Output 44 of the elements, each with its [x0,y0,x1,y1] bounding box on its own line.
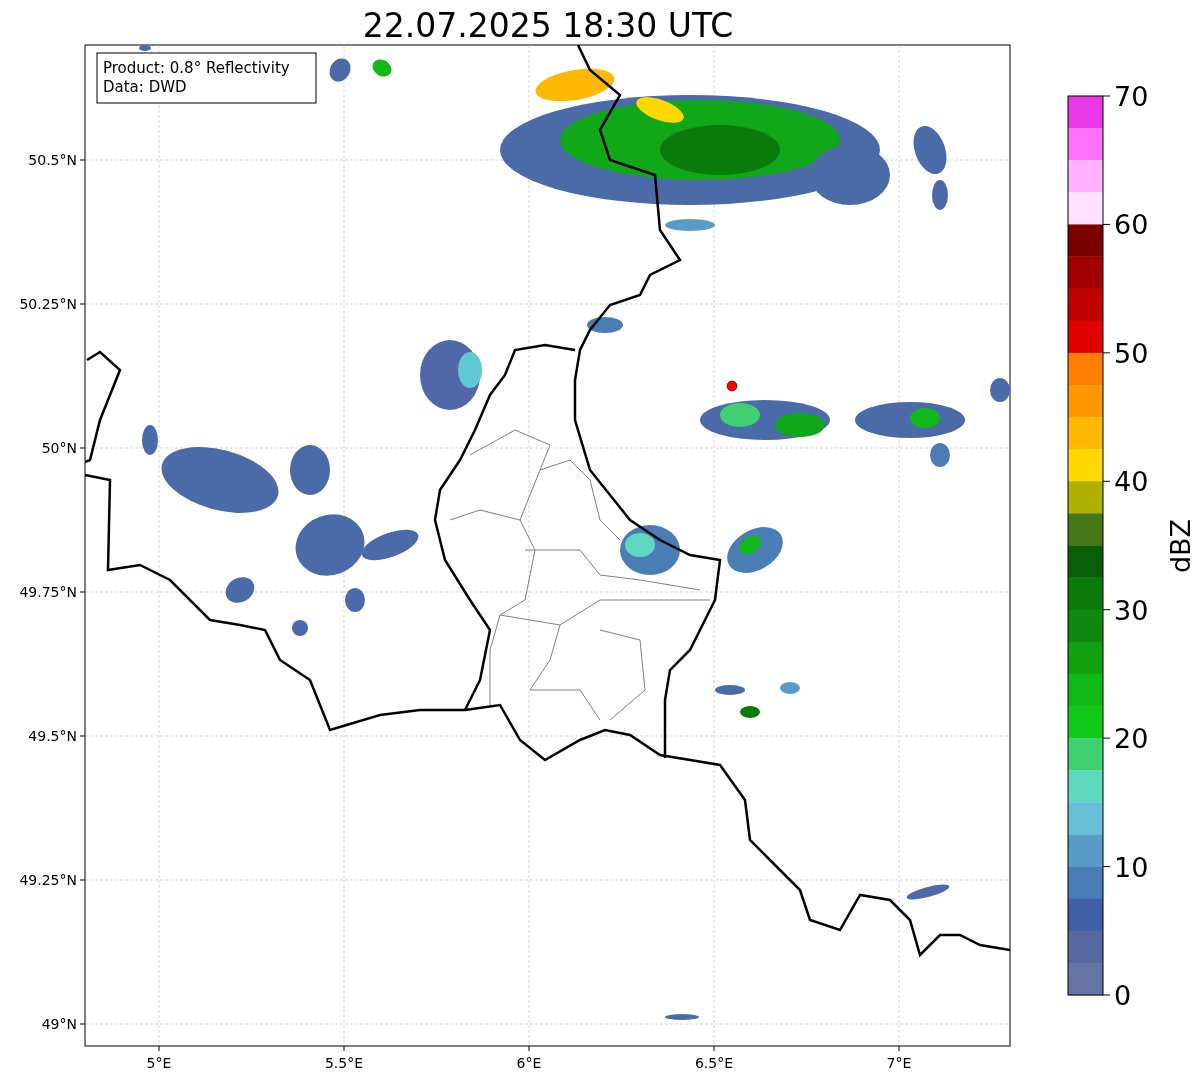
radar-echo [329,58,351,82]
tick-label: 40 [1114,466,1149,498]
radar-echo [930,443,950,467]
radar-echo [715,685,745,695]
tick-label: 49.75°N [19,584,77,600]
tick-label: 50 [1114,337,1149,369]
tick-label: 50°N [41,440,77,456]
tick-label: 50.25°N [19,296,77,312]
radar-echo [139,45,151,51]
colorbar-label: dBZ [1165,518,1196,574]
tick-label: 49.5°N [28,728,77,744]
radar-echo [780,682,800,694]
radar-echo [587,317,623,333]
tick-label: 70 [1114,81,1149,112]
radar-echo [142,425,158,455]
radar-echo [990,378,1010,402]
tick-label: 49.25°N [19,872,77,888]
radar-echo [913,126,947,174]
tick-label: 20 [1114,723,1149,755]
radar-echo [292,620,308,636]
tick-label: 50.5°N [28,152,77,168]
radar-echo [932,180,948,210]
radar-echo [740,706,760,718]
tick-label: 7°E [886,1055,912,1071]
chart-title: 22.07.2025 18:30 UTC [362,6,734,45]
tick-label: 5.5°E [324,1055,364,1071]
info-text: Product: 0.8° Reflectivity [103,59,290,77]
tick-label: 10 [1114,851,1149,883]
tick-label: 0 [1114,980,1132,1011]
radar-echo [225,577,255,603]
radar-echo [345,588,365,612]
tick-label: 6°E [516,1055,542,1071]
radar-echo [665,219,715,231]
tick-label: 6.5°E [694,1055,734,1071]
tick-label: 49°N [41,1016,77,1032]
info-text: Data: DWD [103,78,187,96]
radar-echo [372,59,392,77]
radar-echo [290,445,330,495]
tick-label: 30 [1114,594,1149,626]
tick-label: 60 [1114,209,1149,241]
tick-label: 5°E [146,1055,172,1071]
location-marker [726,380,738,392]
radar-echo [665,1014,699,1020]
radar-echo [906,884,950,900]
